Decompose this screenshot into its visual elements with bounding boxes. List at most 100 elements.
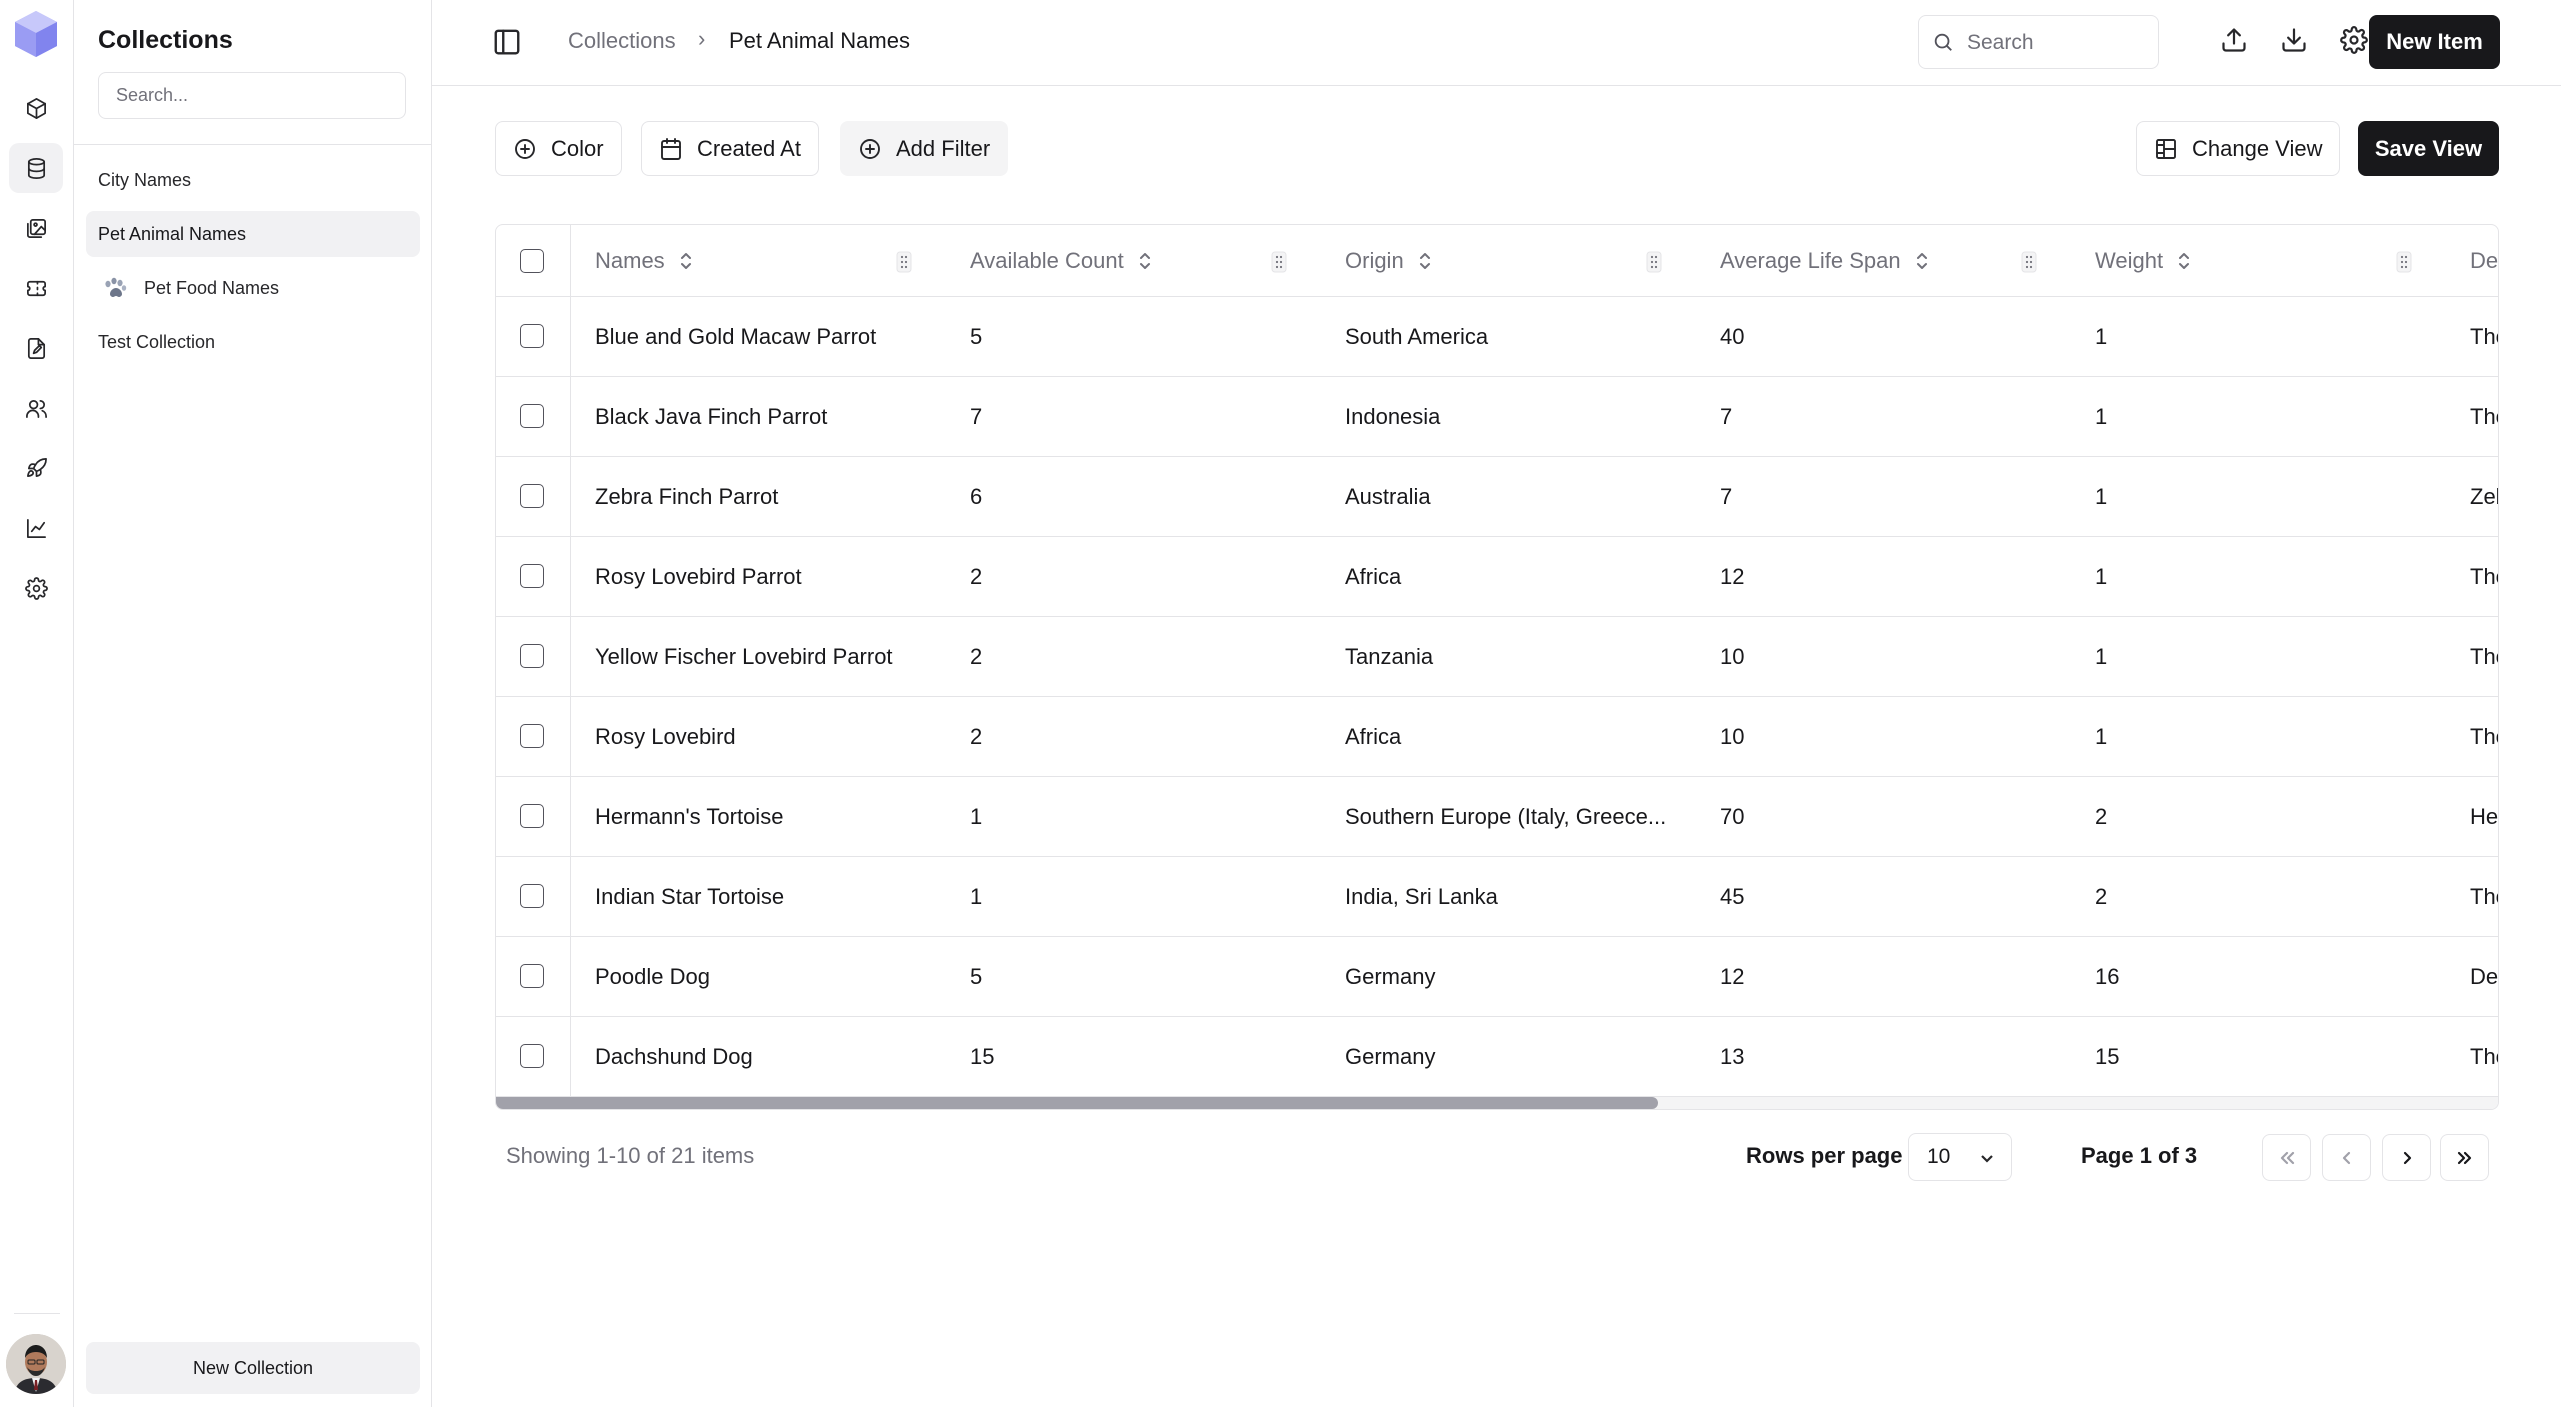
rows-per-page-value: 10	[1927, 1145, 1951, 1168]
panel-title: Collections	[98, 26, 233, 54]
table-row[interactable]: Dachshund Dog 15 Germany 13 15 The	[496, 1017, 2498, 1097]
created-at-filter-button[interactable]: Created At	[641, 121, 819, 176]
rows-per-page-select[interactable]: 10	[1908, 1133, 2012, 1181]
collections-panel: Collections City Names Pet Animal Names …	[74, 0, 432, 1407]
new-collection-button[interactable]: New Collection	[86, 1342, 420, 1394]
row-checkbox[interactable]	[520, 404, 544, 428]
column-resize-handle-icon[interactable]	[1646, 251, 1662, 273]
row-checkbox[interactable]	[520, 564, 544, 588]
rail-collections-box[interactable]	[9, 83, 63, 133]
column-resize-handle-icon[interactable]	[896, 251, 912, 273]
select-all-checkbox[interactable]	[520, 249, 544, 273]
sort-icon[interactable]	[1418, 251, 1432, 271]
collection-item-test-collection[interactable]: Test Collection	[86, 319, 420, 365]
rail-users[interactable]	[9, 383, 63, 433]
column-resize-handle-icon[interactable]	[2021, 251, 2037, 273]
table-row[interactable]: Hermann's Tortoise 1 Southern Europe (Ital…	[496, 777, 2498, 857]
row-checkbox[interactable]	[520, 1044, 544, 1068]
save-view-button[interactable]: Save View	[2358, 121, 2499, 176]
table-cell-de: The	[2470, 644, 2498, 669]
row-checkbox[interactable]	[520, 884, 544, 908]
table-cell-origin: South America	[1345, 324, 1489, 349]
column-resize-handle-icon[interactable]	[1271, 251, 1287, 273]
sort-icon[interactable]	[1915, 251, 1929, 271]
table-row[interactable]: Rosy Lovebird Parrot 2 Africa 12 1 The	[496, 537, 2498, 617]
change-view-label: Change View	[2192, 135, 2323, 161]
sidebar-toggle-icon[interactable]	[492, 27, 522, 57]
column-resize-handle-icon[interactable]	[2396, 251, 2412, 273]
table-cell-names: Hermann's Tortoise	[595, 804, 784, 829]
collection-item-pet-animal-names[interactable]: Pet Animal Names	[86, 211, 420, 257]
row-checkbox[interactable]	[520, 724, 544, 748]
horizontal-scrollbar[interactable]	[496, 1097, 2498, 1109]
rail-documents[interactable]	[9, 323, 63, 373]
app-logo-icon[interactable]	[11, 8, 61, 60]
rail-media[interactable]	[9, 203, 63, 253]
table-cell-average-life-span: 45	[1720, 884, 1745, 909]
table-row[interactable]: Zebra Finch Parrot 6 Australia 7 1 Zeb	[496, 457, 2498, 537]
last-page-button[interactable]	[2440, 1134, 2489, 1181]
column-header-average-life-span[interactable]: Average Life Span	[1720, 225, 1929, 297]
table-cell-available-count: 2	[970, 644, 983, 669]
rail-deploy[interactable]	[9, 443, 63, 493]
avatar[interactable]	[6, 1334, 66, 1394]
table-cell-de: The	[2470, 884, 2498, 909]
row-checkbox[interactable]	[520, 324, 544, 348]
upload-button[interactable]	[2211, 17, 2257, 63]
table-cell-weight: 1	[2095, 724, 2108, 749]
table-cell-available-count: 7	[970, 404, 983, 429]
table-cell-average-life-span: 40	[1720, 324, 1745, 349]
collection-item-label: Pet Animal Names	[98, 223, 247, 244]
rail-analytics[interactable]	[9, 503, 63, 553]
chevron-left-icon	[2342, 1151, 2350, 1164]
column-header-origin[interactable]: Origin	[1345, 225, 1432, 297]
database-icon	[27, 157, 45, 179]
download-button[interactable]	[2271, 17, 2317, 63]
previous-page-button[interactable]	[2322, 1134, 2371, 1181]
table-cell-average-life-span: 13	[1720, 1044, 1745, 1069]
table-cell-names: Rosy Lovebird Parrot	[595, 564, 802, 589]
first-page-button[interactable]	[2262, 1134, 2311, 1181]
table-cell-names: Indian Star Tortoise	[595, 884, 785, 909]
sort-icon[interactable]	[679, 251, 693, 271]
header-search[interactable]	[1918, 15, 2159, 69]
plus-circle-icon	[515, 138, 535, 159]
chevron-down-icon	[1981, 1155, 1993, 1163]
new-item-button[interactable]: New Item	[2369, 15, 2500, 69]
table-row[interactable]: Poodle Dog 5 Germany 12 16 De	[496, 937, 2498, 1017]
row-checkbox[interactable]	[520, 644, 544, 668]
row-checkbox[interactable]	[520, 484, 544, 508]
download-icon	[2282, 28, 2306, 52]
collection-item-city-names[interactable]: City Names	[86, 157, 420, 203]
table-row[interactable]: Rosy Lovebird 2 Africa 10 1 The	[496, 697, 2498, 777]
scrollbar-thumb[interactable]	[496, 1097, 1658, 1109]
table-row[interactable]: Blue and Gold Macaw Parrot 5 South America…	[496, 297, 2498, 377]
table-cell-weight: 1	[2095, 324, 2108, 349]
row-checkbox[interactable]	[520, 964, 544, 988]
column-header-weight[interactable]: Weight	[2095, 225, 2191, 297]
color-filter-button[interactable]: Color	[495, 121, 622, 176]
next-page-button[interactable]	[2382, 1134, 2431, 1181]
rail-database[interactable]	[9, 143, 63, 193]
rail-settings[interactable]	[9, 563, 63, 613]
collections-search-input[interactable]	[98, 72, 406, 119]
table-row[interactable]: Black Java Finch Parrot 7 Indonesia 7 1 The	[496, 377, 2498, 457]
table-cell-average-life-span: 70	[1720, 804, 1745, 829]
column-header-names[interactable]: Names	[595, 225, 693, 297]
add-filter-button[interactable]: Add Filter	[840, 121, 1009, 176]
breadcrumb-collections[interactable]: Collections	[568, 28, 676, 54]
column-header-available-count[interactable]: Available Count	[970, 225, 1152, 297]
user-portrait-icon	[6, 1334, 66, 1394]
change-view-button[interactable]: Change View	[2136, 121, 2341, 176]
header-search-input[interactable]	[1967, 28, 2147, 58]
table-row[interactable]: Yellow Fischer Lovebird Parrot 2 Tanzania 1…	[496, 617, 2498, 697]
rail-tickets[interactable]	[9, 263, 63, 313]
gear-icon	[2340, 26, 2368, 54]
column-header-de[interactable]: De	[2470, 225, 2498, 297]
sort-icon[interactable]	[2177, 251, 2191, 271]
sort-icon[interactable]	[1138, 251, 1152, 271]
table-row[interactable]: Indian Star Tortoise 1 India, Sri Lanka 45 2…	[496, 857, 2498, 937]
collection-item-pet-food-names[interactable]: Pet Food Names	[86, 265, 420, 311]
row-checkbox[interactable]	[520, 804, 544, 828]
table-cell-origin: Germany	[1345, 1044, 1436, 1069]
